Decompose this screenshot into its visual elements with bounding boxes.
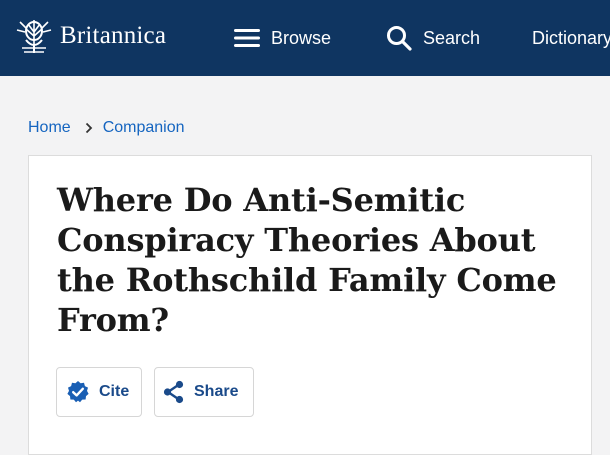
breadcrumb-home-link[interactable]: Home [28, 119, 71, 137]
search-button[interactable]: Search [386, 24, 480, 52]
article-title: Where Do Anti-Semitic Conspiracy Theorie… [57, 181, 557, 339]
share-label: Share [194, 383, 239, 400]
cite-button[interactable]: Cite [56, 367, 142, 417]
verified-badge-icon [67, 381, 89, 403]
hamburger-menu-icon [234, 29, 260, 47]
logo-wordmark: Britannica [60, 21, 167, 49]
search-icon [387, 26, 412, 51]
search-label: Search [423, 28, 481, 48]
share-icon [163, 380, 184, 404]
top-navigation-bar: Britannica Browse Search Dictionary [0, 0, 610, 76]
breadcrumb-companion-link[interactable]: Companion [103, 119, 185, 137]
breadcrumb: Home Companion [28, 119, 185, 137]
dictionary-label: Dictionary [532, 28, 610, 48]
thistle-logo-icon [16, 20, 52, 53]
browse-menu-button[interactable]: Browse [234, 24, 331, 52]
dictionary-link[interactable]: Dictionary [532, 24, 610, 52]
browse-label: Browse [271, 28, 332, 48]
chevron-right-icon [85, 122, 93, 134]
share-button[interactable]: Share [154, 367, 254, 417]
cite-label: Cite [99, 383, 130, 400]
britannica-logo[interactable]: Britannica [14, 16, 166, 54]
article-header-card: Where Do Anti-Semitic Conspiracy Theorie… [28, 155, 592, 455]
